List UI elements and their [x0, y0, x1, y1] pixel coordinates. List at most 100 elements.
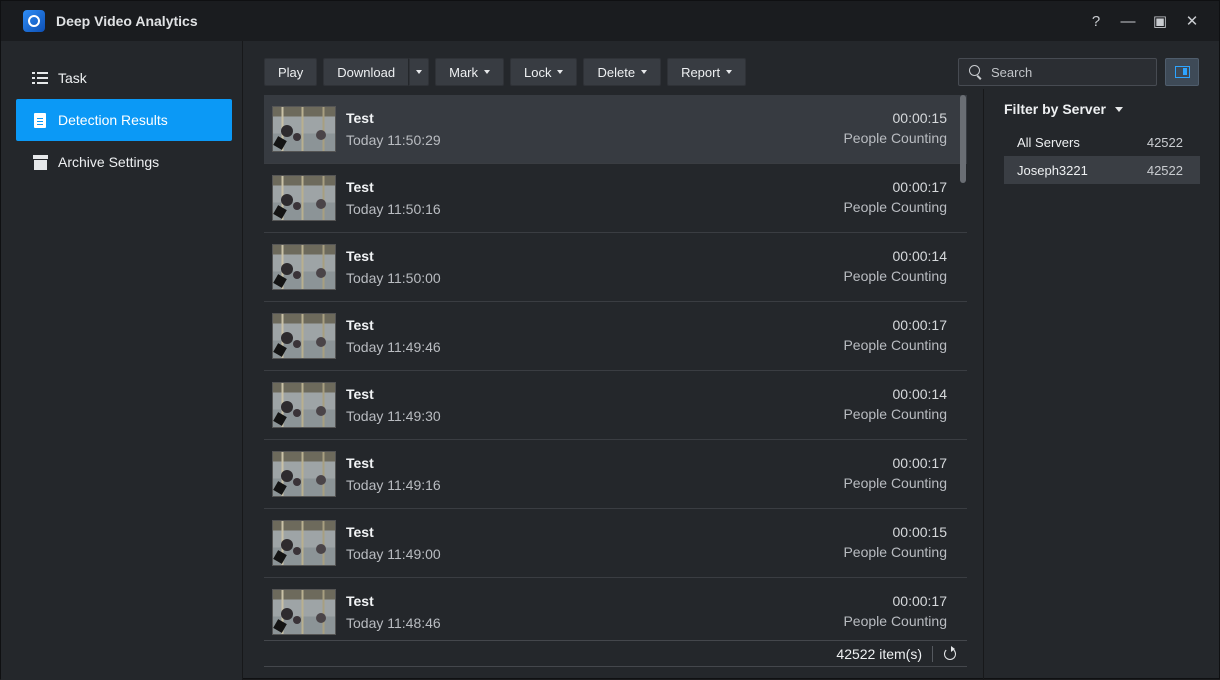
sidebar-item-label: Task: [58, 70, 87, 86]
result-title: Test: [346, 248, 374, 264]
item-count: 42522 item(s): [836, 645, 922, 662]
delete-button-label: Delete: [597, 64, 636, 80]
result-type: People Counting: [843, 199, 947, 215]
result-row[interactable]: Test Today 11:49:00 00:00:15 People Coun…: [264, 509, 967, 578]
title-bar: Deep Video Analytics ? — ▣ ✕: [1, 1, 1219, 41]
footer-divider: [932, 645, 933, 662]
result-time: Today 11:49:00: [346, 546, 441, 562]
result-duration: 00:00:17: [892, 593, 948, 609]
result-title: Test: [346, 179, 374, 195]
list-footer: 42522 item(s): [264, 640, 967, 667]
app-window: Deep Video Analytics ? — ▣ ✕ Task Detect…: [0, 0, 1220, 680]
result-time: Today 11:49:30: [346, 408, 441, 424]
archive-icon: [32, 154, 48, 170]
toolbar: Play Download Mark Lock Delete Report: [264, 58, 747, 86]
video-thumbnail: [272, 106, 336, 152]
list-icon: [32, 70, 48, 86]
play-button-label: Play: [278, 64, 304, 80]
mark-button[interactable]: Mark: [435, 58, 505, 86]
sidebar-item-label: Detection Results: [58, 112, 168, 128]
result-row[interactable]: Test Today 11:50:16 00:00:17 People Coun…: [264, 164, 967, 233]
result-duration: 00:00:17: [892, 317, 948, 333]
result-type: People Counting: [843, 337, 947, 353]
video-thumbnail: [272, 382, 336, 428]
server-name: Joseph3221: [1017, 162, 1088, 178]
result-time: Today 11:49:16: [346, 477, 441, 493]
lock-button-label: Lock: [524, 64, 552, 80]
chevron-down-icon: [557, 70, 564, 74]
report-button-label: Report: [681, 64, 721, 80]
result-title: Test: [346, 593, 374, 609]
download-button[interactable]: Download: [323, 58, 410, 86]
result-row[interactable]: Test Today 11:50:00 00:00:14 People Coun…: [264, 233, 967, 302]
download-dropdown-button[interactable]: [409, 58, 430, 86]
result-duration: 00:00:17: [892, 179, 948, 195]
server-count: 42522: [1146, 134, 1183, 150]
result-duration: 00:00:15: [892, 524, 948, 540]
result-time: Today 11:50:00: [346, 270, 441, 286]
result-title: Test: [346, 455, 374, 471]
result-type: People Counting: [843, 475, 947, 491]
result-row[interactable]: Test Today 11:50:29 00:00:15 People Coun…: [264, 95, 967, 164]
result-type: People Counting: [843, 406, 947, 422]
list-scrollbar[interactable]: [960, 95, 966, 183]
search-input[interactable]: [991, 64, 1151, 80]
server-count: 42522: [1146, 162, 1183, 178]
video-thumbnail: [272, 520, 336, 566]
search-box: [958, 58, 1157, 86]
result-type: People Counting: [843, 130, 947, 146]
result-duration: 00:00:14: [892, 248, 948, 264]
sidebar: Task Detection Results Archive Settings: [1, 41, 243, 680]
app-title: Deep Video Analytics: [56, 13, 198, 29]
lock-button[interactable]: Lock: [510, 58, 578, 86]
filter-panel: Filter by Server All Servers 42522 Josep…: [983, 89, 1220, 680]
result-time: Today 11:50:29: [346, 132, 441, 148]
video-thumbnail: [272, 451, 336, 497]
search-icon: [969, 65, 983, 79]
chevron-down-icon: [641, 70, 648, 74]
window-controls: ? — ▣ ✕: [1083, 1, 1205, 41]
video-thumbnail: [272, 589, 336, 635]
sidebar-item-archive-settings[interactable]: Archive Settings: [16, 141, 232, 183]
video-thumbnail: [272, 313, 336, 359]
result-row[interactable]: Test Today 11:48:46 00:00:17 People Coun…: [264, 578, 967, 639]
sidebar-item-detection-results[interactable]: Detection Results: [16, 99, 232, 141]
chevron-down-icon: [1114, 106, 1123, 112]
server-name: All Servers: [1017, 134, 1080, 150]
result-row[interactable]: Test Today 11:49:16 00:00:17 People Coun…: [264, 440, 967, 509]
sidebar-item-task[interactable]: Task: [16, 57, 232, 99]
result-type: People Counting: [843, 613, 947, 629]
chevron-down-icon: [416, 70, 423, 74]
help-icon[interactable]: ?: [1083, 8, 1109, 34]
result-title: Test: [346, 524, 374, 540]
result-time: Today 11:50:16: [346, 201, 441, 217]
side-panel-icon: [1174, 66, 1190, 78]
chevron-down-icon: [726, 70, 733, 74]
sidebar-item-label: Archive Settings: [58, 154, 160, 170]
mark-button-label: Mark: [449, 64, 479, 80]
close-icon[interactable]: ✕: [1179, 8, 1205, 34]
minimize-icon[interactable]: —: [1115, 8, 1141, 34]
chevron-down-icon: [484, 70, 491, 74]
result-title: Test: [346, 110, 374, 126]
document-icon: [32, 112, 48, 128]
result-row[interactable]: Test Today 11:49:30 00:00:14 People Coun…: [264, 371, 967, 440]
result-row[interactable]: Test Today 11:49:46 00:00:17 People Coun…: [264, 302, 967, 371]
filter-by-server-dropdown[interactable]: Filter by Server: [1004, 101, 1123, 117]
video-thumbnail: [272, 175, 336, 221]
server-item-joseph3221[interactable]: Joseph3221 42522: [1004, 156, 1200, 184]
server-item-all[interactable]: All Servers 42522: [1004, 128, 1200, 156]
delete-button[interactable]: Delete: [583, 58, 662, 86]
result-type: People Counting: [843, 544, 947, 560]
video-thumbnail: [272, 244, 336, 290]
play-button[interactable]: Play: [264, 58, 318, 86]
app-logo-icon: [23, 10, 45, 32]
maximize-icon[interactable]: ▣: [1147, 8, 1173, 34]
refresh-icon[interactable]: [942, 645, 958, 662]
result-duration: 00:00:14: [892, 386, 948, 402]
result-duration: 00:00:17: [892, 455, 948, 471]
filter-panel-toggle-button[interactable]: [1165, 58, 1199, 86]
report-button[interactable]: Report: [667, 58, 747, 86]
result-time: Today 11:49:46: [346, 339, 441, 355]
result-title: Test: [346, 317, 374, 333]
